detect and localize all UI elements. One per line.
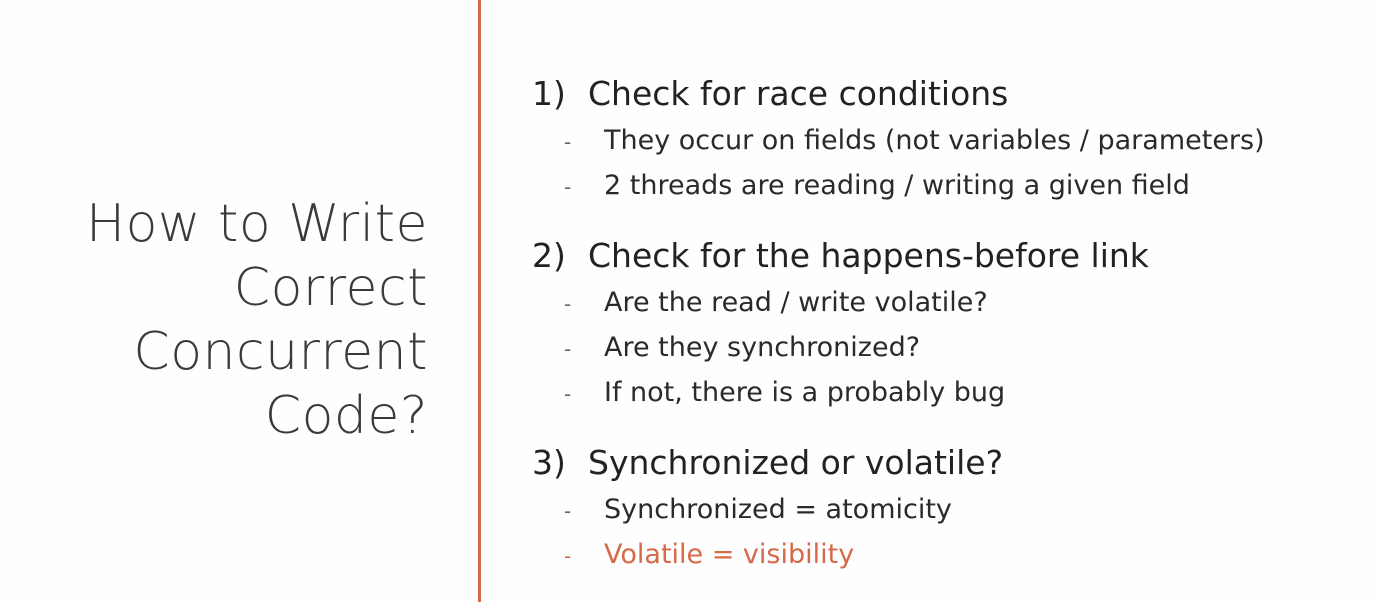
section-synchronized-or-volatile: 3) Synchronized or volatile? - Synchroni… <box>532 439 1372 577</box>
title-line: How to Write <box>86 194 428 254</box>
section-number: 3) <box>532 443 566 482</box>
list-item-highlighted: - Volatile = visibility <box>532 532 1372 577</box>
bullet-text: Synchronized = atomicity <box>604 494 952 525</box>
section-heading-text: Synchronized or volatile? <box>588 443 1004 482</box>
section-number: 2) <box>532 236 566 275</box>
bullet-text: They occur on fields (not variables / pa… <box>604 125 1265 156</box>
list-item: - 2 threads are reading / writing a give… <box>532 163 1372 208</box>
list-item: - Are they synchronized? <box>532 325 1372 370</box>
bullet-list: - Synchronized = atomicity - Volatile = … <box>532 487 1372 577</box>
section-heading: 2) Check for the happens-before link <box>532 232 1372 280</box>
section-heading-text: Check for race conditions <box>588 74 1009 113</box>
section-race-conditions: 1) Check for race conditions - They occu… <box>532 70 1372 208</box>
vertical-divider <box>478 0 481 602</box>
list-item: - If not, there is a probably bug <box>532 370 1372 415</box>
section-number: 1) <box>532 74 566 113</box>
slide: How to Write Correct Concurrent Code? 1)… <box>0 0 1375 602</box>
bullet-text: 2 threads are reading / writing a given … <box>604 170 1190 201</box>
content-list: 1) Check for race conditions - They occu… <box>532 70 1372 577</box>
list-item: - Are the read / write volatile? <box>532 280 1372 325</box>
bullet-marker: - <box>564 337 572 361</box>
bullet-text: Are they synchronized? <box>604 332 921 363</box>
bullet-list: - They occur on fields (not variables / … <box>532 118 1372 208</box>
bullet-text: If not, there is a probably bug <box>604 377 1006 408</box>
section-happens-before: 2) Check for the happens-before link - A… <box>532 232 1372 415</box>
bullet-marker: - <box>564 499 572 523</box>
title-line: Code? <box>264 386 428 446</box>
section-heading: 1) Check for race conditions <box>532 70 1372 118</box>
bullet-marker: - <box>564 175 572 199</box>
bullet-text: Volatile = visibility <box>604 539 855 570</box>
bullet-text: Are the read / write volatile? <box>604 287 988 318</box>
list-item: - They occur on fields (not variables / … <box>532 118 1372 163</box>
list-item: - Synchronized = atomicity <box>532 487 1372 532</box>
slide-title: How to Write Correct Concurrent Code? <box>0 192 428 448</box>
bullet-marker: - <box>564 130 572 154</box>
bullet-marker: - <box>564 544 572 568</box>
title-line: Correct <box>233 258 428 318</box>
section-heading: 3) Synchronized or volatile? <box>532 439 1372 487</box>
section-heading-text: Check for the happens-before link <box>588 236 1149 275</box>
bullet-list: - Are the read / write volatile? - Are t… <box>532 280 1372 415</box>
title-line: Concurrent <box>133 322 428 382</box>
bullet-marker: - <box>564 382 572 406</box>
bullet-marker: - <box>564 292 572 316</box>
